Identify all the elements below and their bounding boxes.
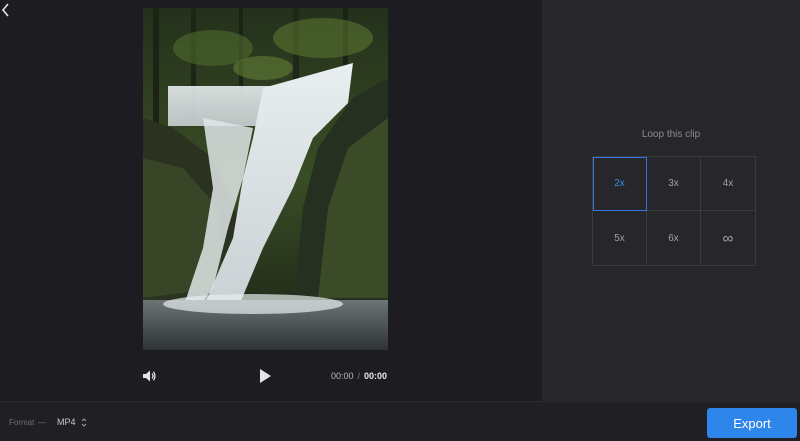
loop-option-6x[interactable]: 6x <box>647 211 701 265</box>
play-button[interactable] <box>257 367 273 385</box>
chevron-left-icon <box>1 3 9 17</box>
current-time: 00:00 <box>331 371 354 381</box>
play-icon <box>260 369 271 383</box>
video-preview-pane: 00:00/00:00 <box>0 0 542 401</box>
playback-time: 00:00/00:00 <box>331 371 387 381</box>
bottom-toolbar <box>0 401 800 441</box>
loop-option-infinite[interactable]: ∞ <box>701 211 755 265</box>
format-select[interactable]: MP4 <box>57 417 76 427</box>
export-button[interactable]: Export <box>707 408 797 438</box>
format-dash: — <box>38 418 46 427</box>
volume-button[interactable] <box>141 368 157 384</box>
loop-option-5x[interactable]: 5x <box>593 211 647 265</box>
waterfall-image <box>143 8 388 350</box>
format-label: Format <box>9 418 35 427</box>
select-caret-icon[interactable] <box>81 417 87 428</box>
time-separator: / <box>357 371 361 381</box>
back-button[interactable] <box>0 2 14 20</box>
video-thumbnail[interactable] <box>143 8 388 350</box>
loop-option-3x[interactable]: 3x <box>647 157 701 211</box>
loop-option-2x[interactable]: 2x <box>593 157 647 211</box>
loop-title: Loop this clip <box>641 129 701 140</box>
volume-icon <box>143 370 156 382</box>
loop-option-4x[interactable]: 4x <box>701 157 755 211</box>
loop-options-grid: 2x 3x 4x 5x 6x ∞ <box>592 156 756 266</box>
duration-time: 00:00 <box>364 371 388 381</box>
